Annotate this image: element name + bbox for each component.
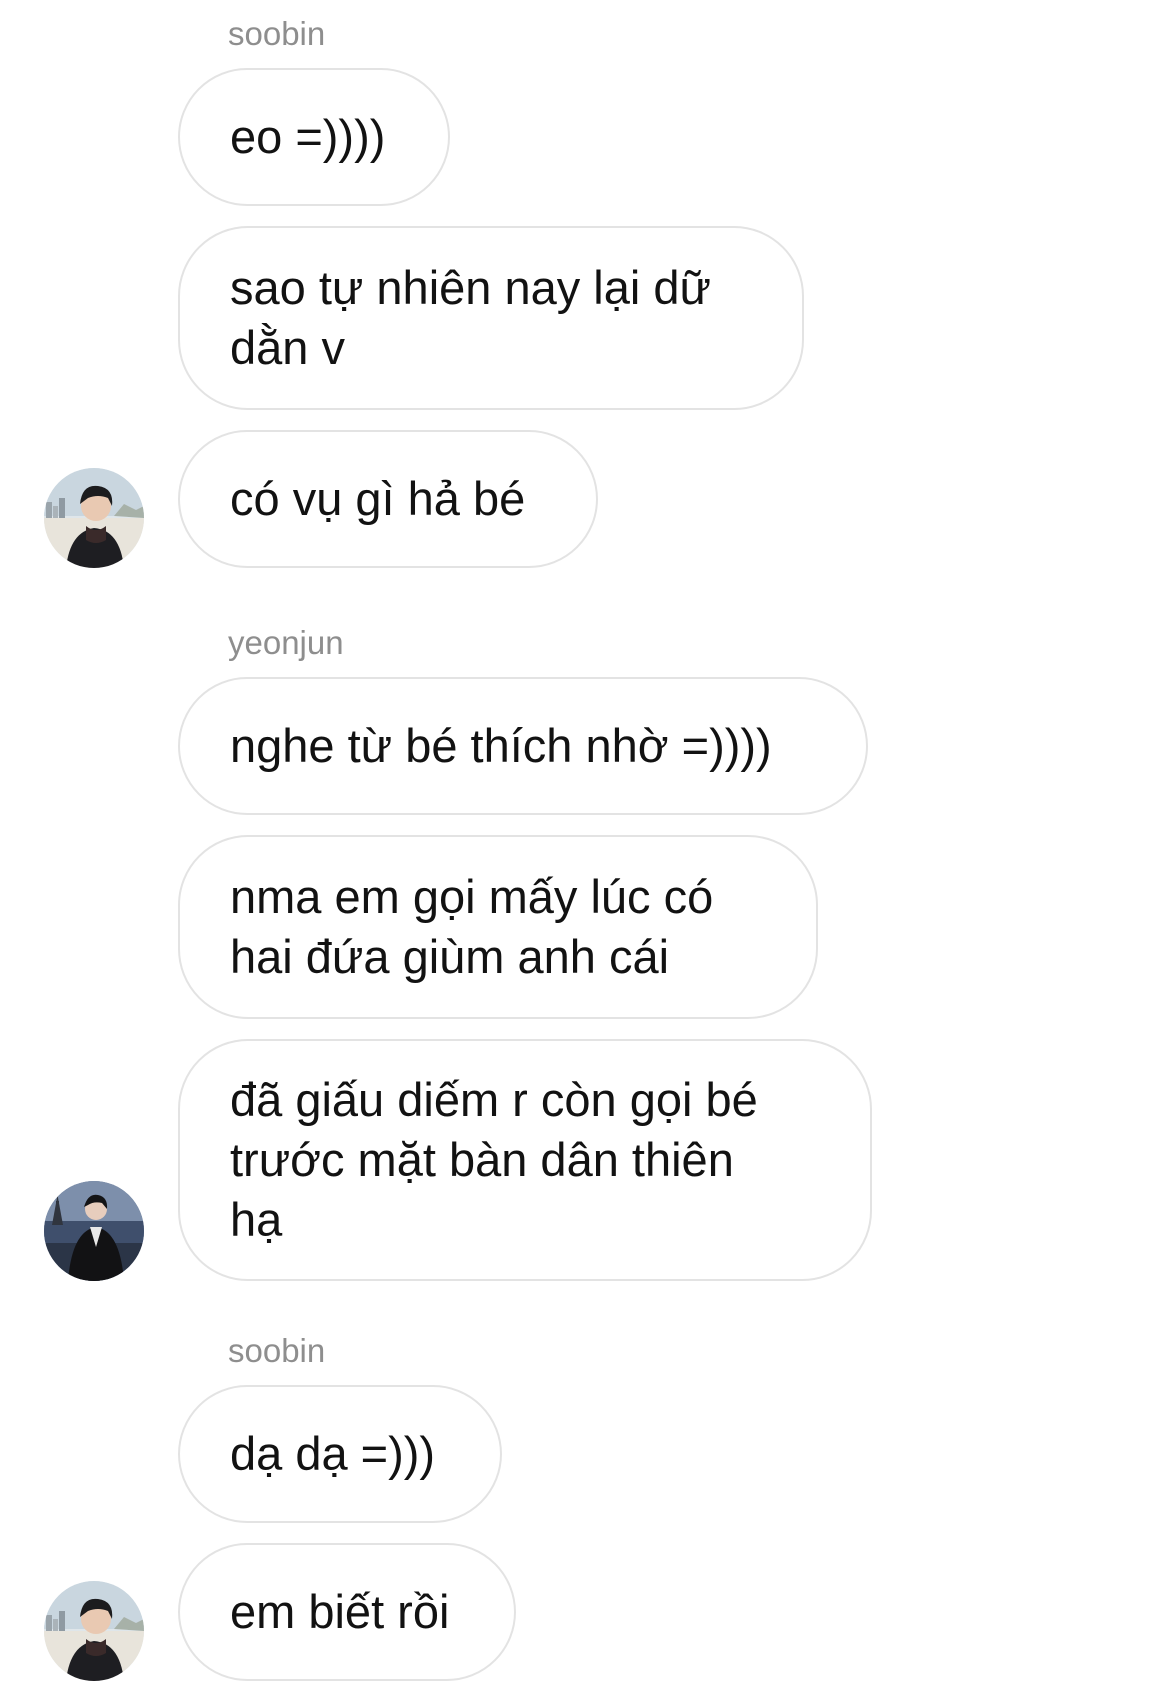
message-bubble[interactable]: sao tự nhiên nay lại dữ dằn v	[178, 226, 804, 410]
profile-photo-icon	[44, 468, 144, 568]
message-text: nghe từ bé thích nhờ =))))	[230, 719, 772, 772]
message-text: đã giấu diếm r còn gọi bé trước mặt bàn …	[230, 1073, 758, 1246]
message-text: eo =))))	[230, 110, 386, 163]
message-bubble[interactable]: nma em gọi mấy lúc có hai đứa giùm anh c…	[178, 835, 818, 1019]
message-bubble[interactable]: dạ dạ =)))	[178, 1385, 502, 1523]
message-text: sao tự nhiên nay lại dữ dằn v	[230, 261, 711, 374]
profile-photo-icon	[44, 1581, 144, 1681]
message-text: em biết rồi	[230, 1585, 450, 1638]
message-bubble[interactable]: eo =))))	[178, 68, 450, 206]
message-text: nma em gọi mấy lúc có hai đứa giùm anh c…	[230, 870, 714, 983]
avatar-soobin[interactable]	[44, 468, 144, 568]
sender-name-yeonjun: yeonjun	[228, 624, 344, 661]
avatar-soobin[interactable]	[44, 1581, 144, 1681]
sender-name-soobin: soobin	[228, 15, 326, 52]
message-bubble[interactable]: nghe từ bé thích nhờ =))))	[178, 677, 868, 815]
profile-photo-icon	[44, 1181, 144, 1281]
message-bubble[interactable]: em biết rồi	[178, 1543, 516, 1681]
message-text: dạ dạ =)))	[230, 1427, 436, 1480]
message-bubble[interactable]: đã giấu diếm r còn gọi bé trước mặt bàn …	[178, 1039, 872, 1281]
sender-name-soobin: soobin	[228, 1332, 326, 1369]
message-text: có vụ gì hả bé	[230, 472, 526, 525]
avatar-yeonjun[interactable]	[44, 1181, 144, 1281]
message-bubble[interactable]: có vụ gì hả bé	[178, 430, 598, 568]
